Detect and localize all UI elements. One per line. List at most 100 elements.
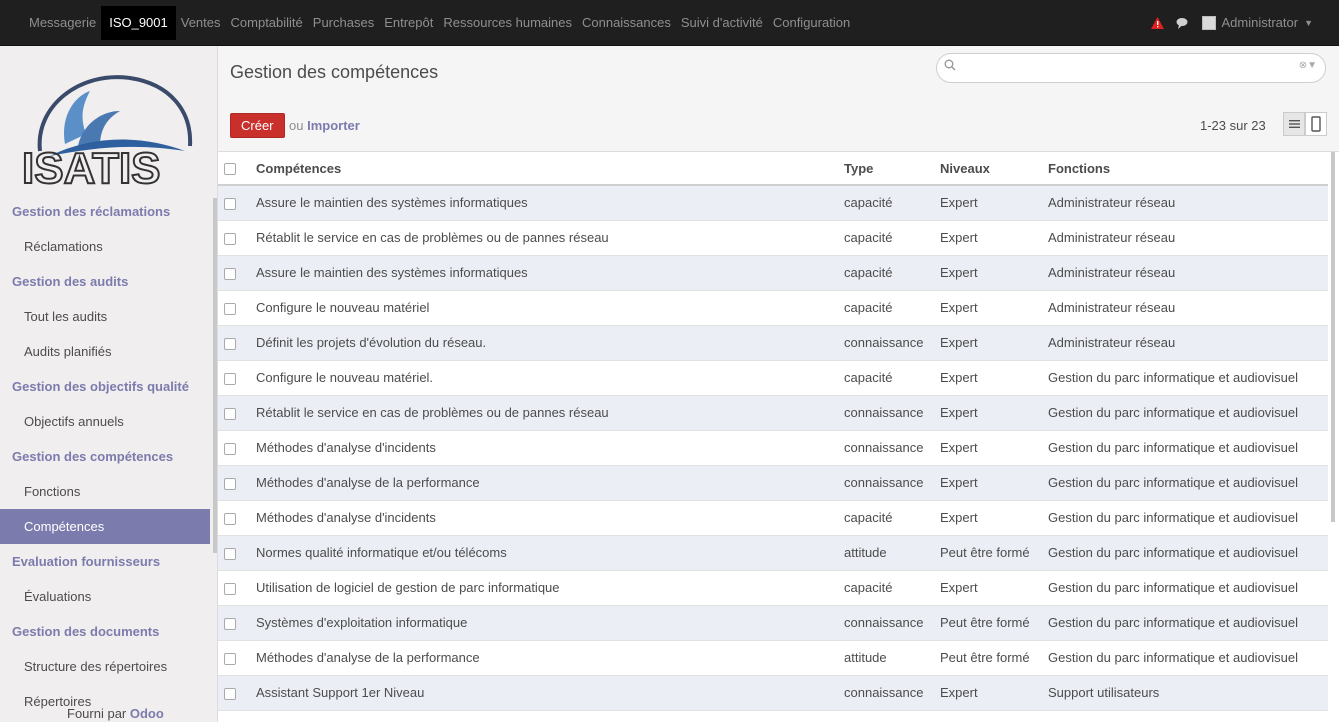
cell-niveau: Expert (934, 360, 1042, 396)
top-menu-item[interactable]: Ventes (176, 6, 226, 40)
avatar (1201, 15, 1216, 30)
cell-type: capacité (838, 185, 934, 221)
table-row[interactable]: Assistant Support 1er Niveau connaissance… (218, 675, 1328, 711)
cell-competence: Méthodes d'analyse de la performance (250, 640, 838, 676)
sidebar-item[interactable]: Audits planifiés (0, 334, 210, 369)
table-row[interactable]: Configure le nouveau matériel. capacité Ex… (218, 360, 1328, 396)
cell-competence: Assure le maintien des systèmes informat… (250, 255, 838, 291)
sidebar-item[interactable]: Compétences (0, 509, 210, 544)
row-checkbox[interactable] (224, 547, 236, 560)
table-row[interactable]: Méthodes d'analyse d'incidents connaissan… (218, 430, 1328, 466)
table-row[interactable]: Assure le maintien des systèmes informat… (218, 255, 1328, 291)
view-switcher (1283, 112, 1327, 136)
top-menu-item[interactable]: Entrepôt (379, 6, 438, 40)
odoo-link[interactable]: Odoo (130, 706, 164, 721)
sidebar-section-title: Evaluation fournisseurs (12, 554, 161, 569)
table-row[interactable]: Normes qualité informatique et/ou téléco… (218, 535, 1328, 571)
pager: 1-23 sur 23 (1200, 118, 1266, 133)
user-menu[interactable]: Administrator ▼ (1201, 15, 1313, 30)
row-checkbox[interactable] (224, 232, 236, 245)
top-menu-item[interactable]: Suivi d'activité (676, 6, 768, 40)
row-select-cell (218, 395, 250, 431)
row-select-cell (218, 570, 250, 606)
row-select-cell (218, 605, 250, 641)
row-checkbox[interactable] (224, 337, 236, 350)
sidebar-item[interactable]: Réclamations (0, 229, 210, 264)
column-header-type[interactable]: Type (838, 152, 934, 186)
top-menu-item[interactable]: Configuration (768, 6, 855, 40)
top-menu-item[interactable]: Messagerie (24, 6, 101, 40)
cell-fonction: Administrateur réseau (1042, 185, 1328, 221)
import-link[interactable]: Importer (307, 118, 360, 133)
cell-type: connaissance (838, 395, 934, 431)
row-checkbox[interactable] (224, 477, 236, 490)
row-checkbox[interactable] (224, 582, 236, 595)
row-select-cell (218, 325, 250, 361)
row-checkbox[interactable] (224, 197, 236, 210)
create-button[interactable]: Créer (230, 113, 285, 138)
row-select-cell (218, 185, 250, 221)
cell-type: attitude (838, 535, 934, 571)
row-checkbox[interactable] (224, 407, 236, 420)
row-checkbox[interactable] (224, 372, 236, 385)
top-menu-item[interactable]: ISO_9001 (101, 5, 176, 40)
table-row[interactable]: Définit les projets d'évolution du résea… (218, 325, 1328, 361)
cell-niveau: Peut être formé (934, 535, 1042, 571)
row-select-cell (218, 220, 250, 256)
column-header-niveaux[interactable]: Niveaux (934, 152, 1042, 186)
alert-icon[interactable] (1150, 16, 1164, 29)
table-row[interactable]: Rétablit le service en cas de problèmes … (218, 395, 1328, 431)
sidebar-nav: Gestion des réclamations Réclamations Gest… (0, 194, 210, 719)
top-menu-item[interactable]: Comptabilité (226, 6, 308, 40)
sidebar-item[interactable]: Structure des répertoires (0, 649, 210, 684)
search-box: ⊗▼ (936, 53, 1326, 83)
row-select-cell (218, 640, 250, 676)
list-view-button[interactable] (1283, 112, 1305, 136)
row-checkbox[interactable] (224, 617, 236, 630)
select-all-checkbox[interactable] (224, 163, 236, 176)
sidebar-section-title: Gestion des documents (12, 624, 160, 639)
cell-niveau: Expert (934, 185, 1042, 221)
cell-competence: Configure le nouveau matériel. (250, 360, 838, 396)
column-header-competences[interactable]: Compétences (250, 152, 838, 186)
top-menu-item[interactable]: Connaissances (577, 6, 676, 40)
sidebar-item[interactable]: Évaluations (0, 579, 210, 614)
row-select-cell (218, 360, 250, 396)
row-checkbox[interactable] (224, 687, 236, 700)
table-row[interactable]: Méthodes d'analyse d'incidents capacité Ex… (218, 500, 1328, 536)
table-row[interactable]: Méthodes d'analyse de la performance conn… (218, 465, 1328, 501)
cell-niveau: Expert (934, 570, 1042, 606)
sidebar-scrollbar[interactable] (213, 198, 217, 553)
table-row[interactable]: Méthodes d'analyse de la performance atti… (218, 640, 1328, 676)
table-scrollbar[interactable] (1331, 152, 1335, 522)
search-options-toggle-icon[interactable]: ⊗▼ (1299, 60, 1317, 71)
row-checkbox[interactable] (224, 652, 236, 665)
cell-competence: Systèmes d'exploitation informatique (250, 605, 838, 641)
table-row[interactable]: Configure le nouveau matériel capacité Exp… (218, 290, 1328, 326)
search-input[interactable] (961, 56, 1291, 80)
cell-competence: Assure le maintien des systèmes informat… (250, 185, 838, 221)
row-checkbox[interactable] (224, 267, 236, 280)
sidebar-item[interactable]: Objectifs annuels (0, 404, 210, 439)
row-checkbox[interactable] (224, 302, 236, 315)
cell-fonction: Support utilisateurs (1042, 675, 1328, 711)
column-header-fonctions[interactable]: Fonctions (1042, 152, 1328, 186)
competences-table: Compétences Type Niveaux Fonctions Assur… (218, 152, 1328, 711)
cell-fonction: Gestion du parc informatique et audiovis… (1042, 430, 1328, 466)
table-row[interactable]: Assure le maintien des systèmes informat… (218, 185, 1328, 221)
table-row[interactable]: Systèmes d'exploitation informatique conn… (218, 605, 1328, 641)
cell-competence: Méthodes d'analyse d'incidents (250, 500, 838, 536)
table-row[interactable]: Utilisation de logiciel de gestion de pa… (218, 570, 1328, 606)
chat-icon[interactable] (1176, 17, 1190, 29)
cell-niveau: Peut être formé (934, 640, 1042, 676)
row-checkbox[interactable] (224, 442, 236, 455)
cell-type: connaissance (838, 325, 934, 361)
row-checkbox[interactable] (224, 512, 236, 525)
form-view-button[interactable] (1305, 112, 1327, 136)
top-menu-item[interactable]: Ressources humaines (438, 6, 577, 40)
sidebar-item[interactable]: Fonctions (0, 474, 210, 509)
top-menu-item[interactable]: Purchases (308, 6, 379, 40)
cell-niveau: Expert (934, 255, 1042, 291)
sidebar-item[interactable]: Tout les audits (0, 299, 210, 334)
table-row[interactable]: Rétablit le service en cas de problèmes … (218, 220, 1328, 256)
